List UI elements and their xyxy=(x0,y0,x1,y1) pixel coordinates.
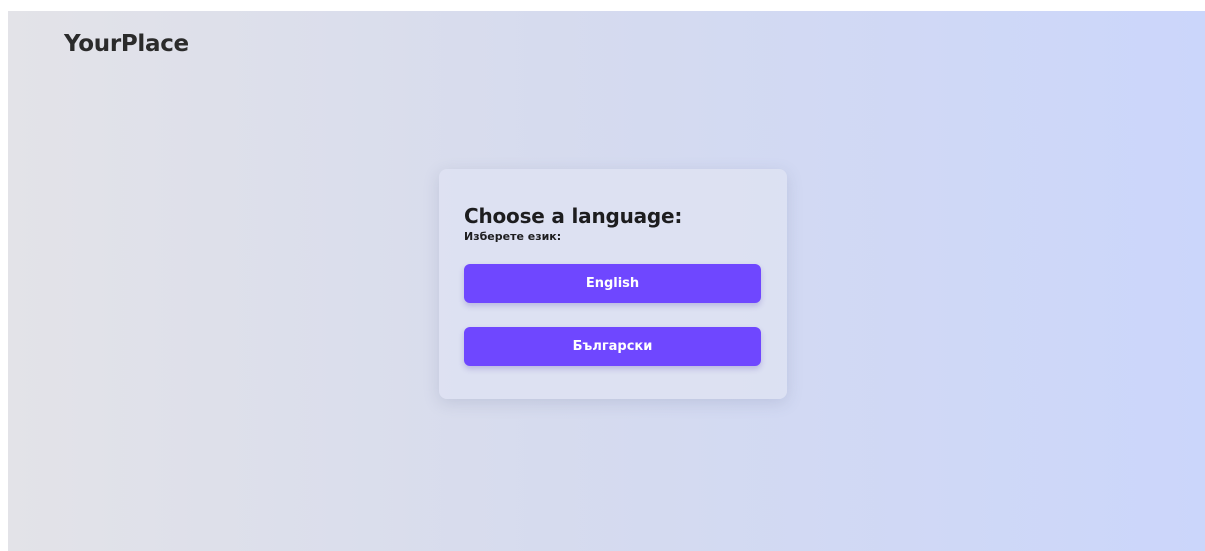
language-selection-card: Choose a language: Изберете език: Englis… xyxy=(439,169,787,399)
bulgarian-language-button[interactable]: Български xyxy=(464,327,761,366)
card-title: Choose a language: xyxy=(464,204,683,228)
english-language-button[interactable]: English xyxy=(464,264,761,303)
app-root: YourPlace Choose a language: Изберете ез… xyxy=(8,11,1205,551)
card-subtitle: Изберете език: xyxy=(464,230,562,243)
site-logo[interactable]: YourPlace xyxy=(64,31,189,57)
